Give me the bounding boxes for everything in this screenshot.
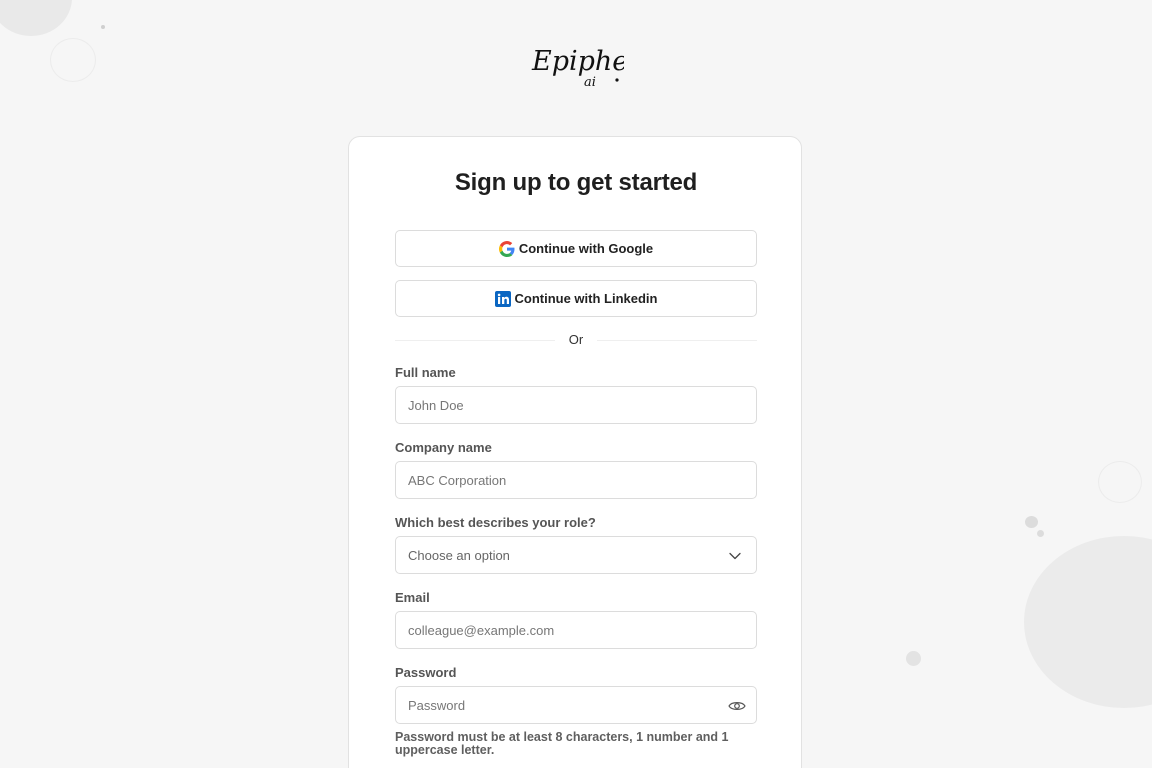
background-dot	[906, 651, 921, 666]
email-label: Email	[395, 590, 430, 605]
full-name-field[interactable]	[395, 386, 757, 424]
company-name-label: Company name	[395, 440, 492, 455]
full-name-input[interactable]	[396, 387, 756, 423]
background-dot	[101, 25, 105, 29]
role-label: Which best describes your role?	[395, 515, 596, 530]
chevron-down-icon	[728, 549, 742, 563]
signup-card: Sign up to get started Continue with Goo…	[348, 136, 802, 768]
or-text: Or	[568, 332, 584, 347]
or-divider: Or	[395, 332, 757, 348]
company-name-input[interactable]	[396, 462, 756, 498]
linkedin-icon	[494, 290, 511, 307]
email-input[interactable]	[396, 612, 756, 648]
full-name-label: Full name	[395, 365, 456, 380]
password-hint: Password must be at least 8 characters, …	[395, 730, 729, 757]
signup-page: Epipheo ai Sign up to get started Contin…	[0, 0, 1152, 768]
password-label: Password	[395, 665, 457, 680]
continue-with-google-button[interactable]: Continue with Google	[395, 230, 757, 267]
eye-icon[interactable]	[728, 698, 746, 714]
company-name-field[interactable]	[395, 461, 757, 499]
linkedin-button-label: Continue with Linkedin	[514, 291, 658, 306]
password-input[interactable]	[396, 687, 756, 723]
epipheo-logo[interactable]: Epipheo ai	[530, 38, 624, 90]
google-button-label: Continue with Google	[518, 241, 654, 256]
page-title: Sign up to get started	[454, 169, 698, 196]
google-icon	[498, 240, 515, 257]
background-dot	[1025, 516, 1038, 528]
logo-wordmark: Epipheo	[531, 46, 624, 77]
role-select-value: Choose an option	[408, 548, 510, 563]
background-circle	[1024, 536, 1152, 708]
password-field[interactable]	[395, 686, 757, 724]
continue-with-linkedin-button[interactable]: Continue with Linkedin	[395, 280, 757, 317]
background-dot	[1037, 530, 1044, 537]
background-ring	[1098, 461, 1142, 503]
logo-subtext: ai	[584, 75, 596, 90]
background-circle	[0, 0, 72, 36]
email-field[interactable]	[395, 611, 757, 649]
background-ring	[50, 38, 96, 82]
role-select[interactable]: Choose an option	[395, 536, 757, 574]
